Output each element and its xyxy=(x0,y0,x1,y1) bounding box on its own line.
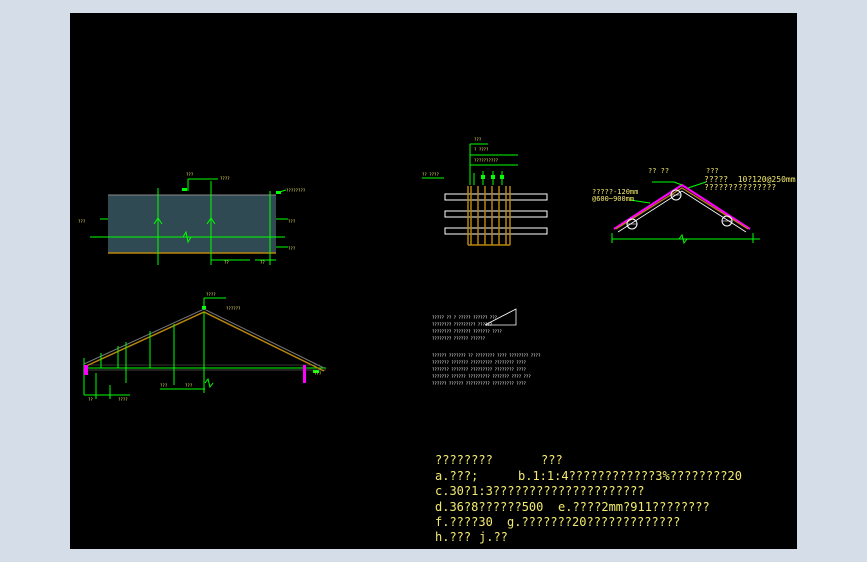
notes-line-c: c.30?1:3????????????????????? xyxy=(435,484,645,498)
roof-label-left: ?? ?? xyxy=(648,167,670,175)
notes-line-j: j.?? xyxy=(479,530,508,544)
svg-text:???????? ????????? ??????: ???????? ????????? ?????? xyxy=(432,322,493,327)
svg-text:???????? ?????? ??????: ???????? ?????? ?????? xyxy=(432,336,486,341)
svg-text:?? ????: ?? ???? xyxy=(422,172,439,177)
notes-line-a: a.???; xyxy=(435,469,479,483)
svg-text:???: ??? xyxy=(474,137,482,142)
svg-text:??: ?? xyxy=(224,260,229,265)
notes-line-h: h.??? xyxy=(435,530,472,544)
svg-text:??: ?? xyxy=(88,397,93,402)
notes-line-b: b.1:1:4????????????3%????????20 xyxy=(518,469,742,483)
svg-text:?????? ?????? ?????????? ?????: ?????? ?????? ?????????? ????????? ???? xyxy=(432,381,527,386)
svg-text:????????: ???????? xyxy=(286,188,306,193)
notes-line-d: d.36?8??????500 xyxy=(435,500,544,514)
svg-text:???: ??? xyxy=(314,371,322,376)
svg-text:?????? ??????? ?? ???????? ???: ?????? ??????? ?? ???????? ???? ????????… xyxy=(432,353,541,358)
svg-text:???: ??? xyxy=(160,383,168,388)
svg-text:????: ???? xyxy=(220,176,230,181)
svg-text:??????? ??????? ????????? ????: ??????? ??????? ????????? ???????? ???? xyxy=(432,360,527,365)
notes-title-left: ???????? xyxy=(435,453,493,467)
roof-spacing-label2: @600~900mm xyxy=(592,195,635,203)
drawing-viewport[interactable]: ????? ?? ? ????? ?????? ??? ???????? ???… xyxy=(70,13,797,549)
notes-title-right: ??? xyxy=(541,453,563,467)
svg-text:???????? ??????? ??????? ????: ???????? ??????? ??????? ???? xyxy=(432,329,502,334)
svg-text:???: ??? xyxy=(288,219,296,224)
wall-hatch-fill xyxy=(108,195,276,253)
svg-text:??: ?? xyxy=(260,260,265,265)
roof-spec-line2: ??????????????? xyxy=(704,183,777,192)
notes-line-g: g.???????20????????????? xyxy=(507,515,681,529)
wall-section-detail xyxy=(90,178,288,265)
svg-text:? ????: ? ???? xyxy=(474,147,489,152)
center-annotation-block: ????? ?? ? ????? ?????? ??? ???????? ???… xyxy=(432,308,541,386)
svg-text:????? ?? ? ????? ?????? ???: ????? ?? ? ????? ?????? ??? xyxy=(432,315,498,320)
notes-line-f: f.????30 xyxy=(435,515,493,529)
svg-text:????: ???? xyxy=(118,397,128,402)
svg-text:??????: ?????? xyxy=(226,306,241,311)
svg-text:???: ??? xyxy=(185,383,193,388)
svg-text:???: ??? xyxy=(78,219,86,224)
svg-text:??????? ??????? ????????? ????: ??????? ??????? ????????? ???????? ???? xyxy=(432,367,527,372)
notes-line-e: e.????2mm?911???????? xyxy=(558,500,710,514)
svg-text:??????????: ?????????? xyxy=(474,158,499,163)
roof-truss-elevation xyxy=(83,297,326,399)
roof-label-right: ??? xyxy=(706,167,719,175)
svg-text:???: ??? xyxy=(186,172,194,177)
svg-text:????: ???? xyxy=(206,292,216,297)
svg-text:??????? ?????? ????????? ?????: ??????? ?????? ????????? ??????? ???? ??… xyxy=(432,374,531,379)
svg-text:???: ??? xyxy=(288,246,296,251)
